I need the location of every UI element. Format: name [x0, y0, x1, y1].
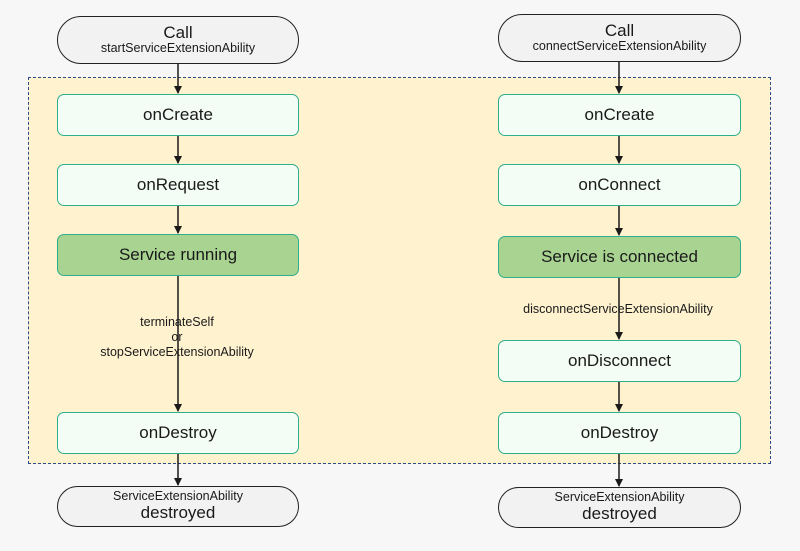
terminal-title: Call: [163, 22, 193, 42]
left-onrequest-node: onRequest: [57, 164, 299, 206]
terminal-subtitle: ServiceExtensionAbility: [113, 489, 243, 504]
terminal-title: destroyed: [582, 504, 657, 524]
right-onconnect-node: onConnect: [498, 164, 741, 206]
right-destroyed-terminal: ServiceExtensionAbility destroyed: [498, 487, 741, 528]
right-oncreate-node: onCreate: [498, 94, 741, 136]
label-line: or: [171, 330, 183, 344]
terminal-subtitle: startServiceExtensionAbility: [100, 41, 256, 56]
terminal-title: destroyed: [140, 503, 216, 523]
right-transition-label: disconnectServiceExtensionAbility: [523, 302, 713, 316]
connect-service-terminal: Call connectServiceExtensionAbility: [498, 14, 741, 62]
left-oncreate-node: onCreate: [57, 94, 299, 136]
service-running-node: Service running: [57, 234, 299, 276]
right-ondestroy-node: onDestroy: [498, 412, 741, 454]
service-connected-node: Service is connected: [498, 236, 741, 278]
start-service-terminal: Call startServiceExtensionAbility: [57, 16, 299, 64]
left-ondestroy-node: onDestroy: [57, 412, 299, 454]
terminal-title: Call: [604, 20, 635, 40]
left-transition-label: terminateSelf or stopServiceExtensionAbi…: [100, 315, 254, 360]
terminal-subtitle: connectServiceExtensionAbility: [532, 39, 707, 54]
left-destroyed-terminal: ServiceExtensionAbility destroyed: [57, 486, 299, 527]
label-line: stopServiceExtensionAbility: [100, 345, 254, 359]
terminal-subtitle: ServiceExtensionAbility: [554, 490, 685, 505]
label-line: terminateSelf: [140, 315, 214, 329]
right-ondisconnect-node: onDisconnect: [498, 340, 741, 382]
